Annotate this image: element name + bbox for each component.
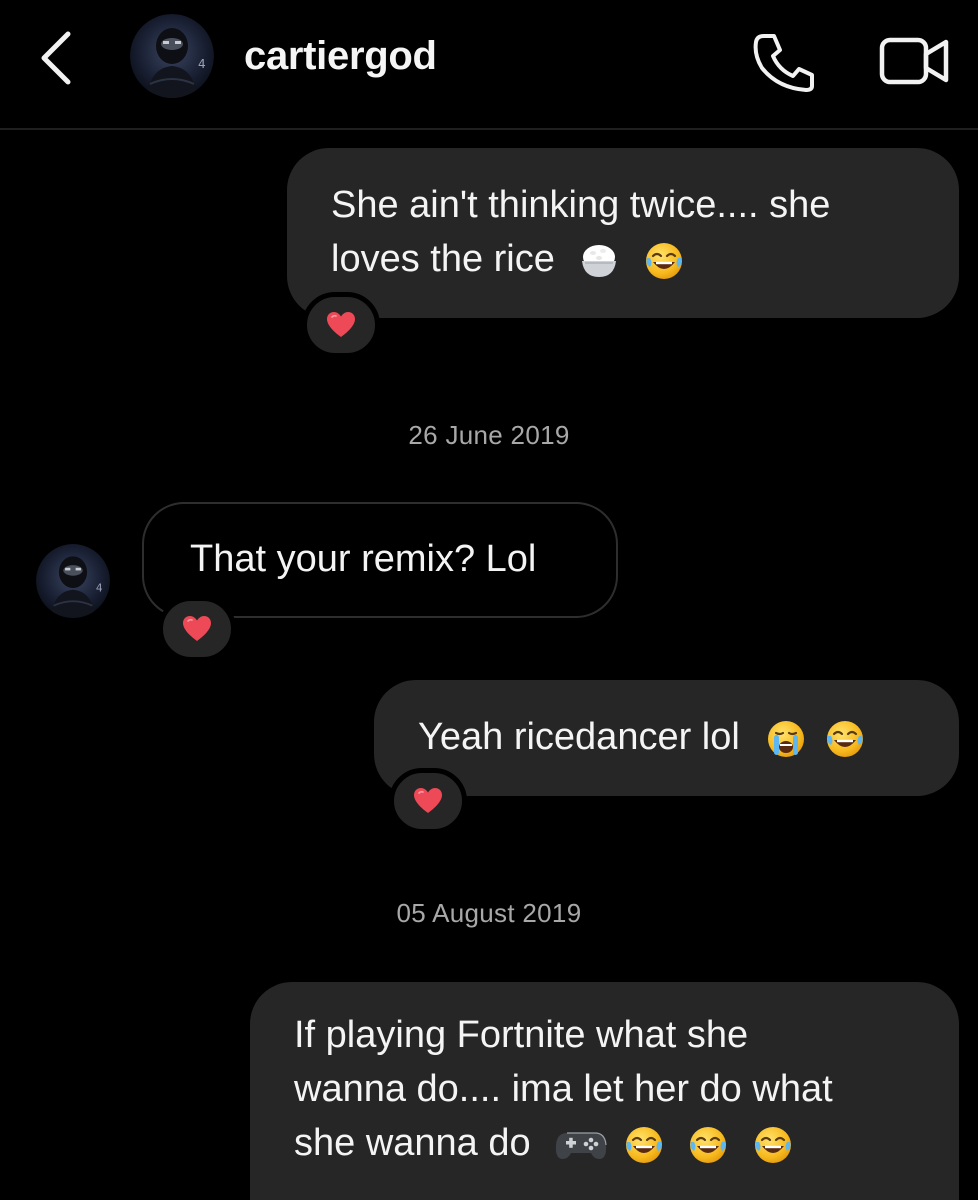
- message-text-line: That your remix? Lol: [190, 538, 537, 580]
- reaction-heart[interactable]: [158, 596, 236, 662]
- rice-bowl-icon: [579, 241, 619, 281]
- message-text-line-wrapper: loves the rice: [331, 232, 959, 286]
- message-text-line-wrapper: she wanna do: [294, 1116, 959, 1170]
- tears-of-joy-icon: [644, 241, 684, 281]
- heart-icon: [413, 787, 443, 815]
- tears-of-joy-icon: [624, 1125, 664, 1165]
- video-camera-icon: [876, 30, 952, 92]
- message-text-line: wanna do.... ima let her do what: [294, 1068, 833, 1110]
- message-text-line: If playing Fortnite what she: [294, 1014, 749, 1056]
- message-text-line: Yeah ricedancer lol: [418, 716, 740, 758]
- heart-icon: [326, 311, 356, 339]
- chevron-left-icon: [38, 30, 74, 86]
- tears-of-joy-icon: [753, 1125, 793, 1165]
- crying-icon: [766, 719, 806, 759]
- tears-of-joy-icon: [825, 719, 865, 759]
- message-text-line: she wanna do: [294, 1122, 531, 1164]
- heart-icon: [182, 615, 212, 643]
- chat-header: cartiergod: [0, 0, 978, 130]
- video-game-icon: [555, 1125, 607, 1165]
- message-bubble-outgoing[interactable]: Yeah ricedancer lol: [374, 680, 959, 796]
- reaction-heart[interactable]: [389, 768, 467, 834]
- video-call-button[interactable]: [876, 30, 952, 92]
- date-separator: 05 August 2019: [396, 898, 582, 928]
- message-text-line: She ain't thinking twice.... she: [331, 184, 831, 226]
- back-button[interactable]: [30, 28, 82, 88]
- avatar[interactable]: [36, 544, 110, 618]
- avatar[interactable]: [130, 14, 214, 98]
- message-text-line: loves the rice: [331, 238, 555, 280]
- message-bubble-outgoing[interactable]: She ain't thinking twice.... she loves t…: [287, 148, 959, 318]
- message-text-line-wrapper: Yeah ricedancer lol: [418, 710, 959, 764]
- audio-call-button[interactable]: [748, 30, 818, 92]
- reaction-heart[interactable]: [302, 292, 380, 358]
- message-bubble-outgoing[interactable]: If playing Fortnite what she wanna do...…: [250, 982, 959, 1200]
- date-separator: 26 June 2019: [408, 420, 570, 450]
- phone-icon: [748, 30, 818, 92]
- username[interactable]: cartiergod: [244, 34, 437, 79]
- tears-of-joy-icon: [688, 1125, 728, 1165]
